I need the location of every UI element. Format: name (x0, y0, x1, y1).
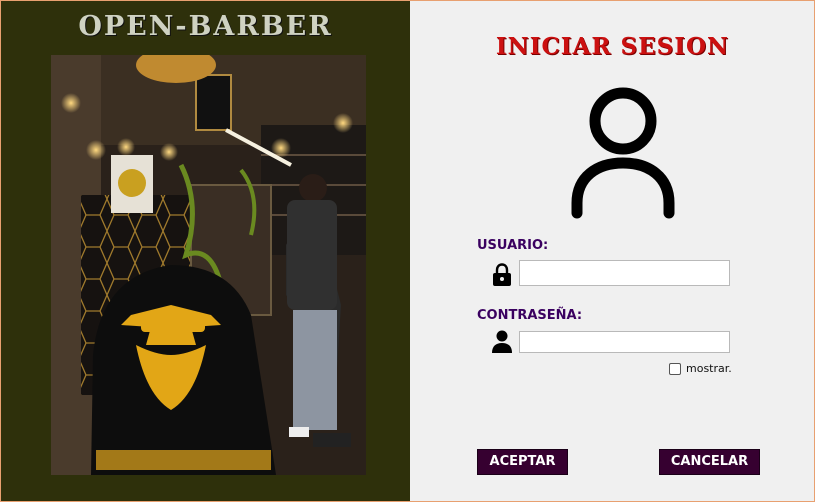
username-label: USUARIO: (477, 238, 549, 253)
brand-panel: OPEN-BARBER (1, 1, 410, 501)
show-password-checkbox[interactable] (669, 362, 681, 375)
show-password-label: mostrar. (686, 362, 732, 375)
login-title: INICIAR SESION (495, 33, 730, 60)
password-input[interactable] (519, 331, 730, 353)
barbershop-photo (51, 55, 366, 475)
accept-button[interactable]: ACEPTAR (477, 449, 568, 475)
show-password-toggle[interactable]: mostrar. (669, 362, 732, 375)
login-panel: INICIAR SESION USUARIO: CONTRASEÑA: most… (411, 1, 814, 501)
lock-icon (493, 263, 511, 286)
cancel-button[interactable]: CANCELAR (659, 449, 760, 475)
password-label: CONTRASEÑA: (477, 308, 583, 323)
username-input[interactable] (519, 260, 730, 286)
user-avatar-icon (571, 87, 675, 219)
barbershop-illustration (51, 55, 366, 475)
brand-title: OPEN-BARBER (78, 11, 333, 42)
login-window: OPEN-BARBER INICIAR SESION USUARIO: CONT… (0, 0, 815, 502)
person-icon (492, 330, 512, 353)
